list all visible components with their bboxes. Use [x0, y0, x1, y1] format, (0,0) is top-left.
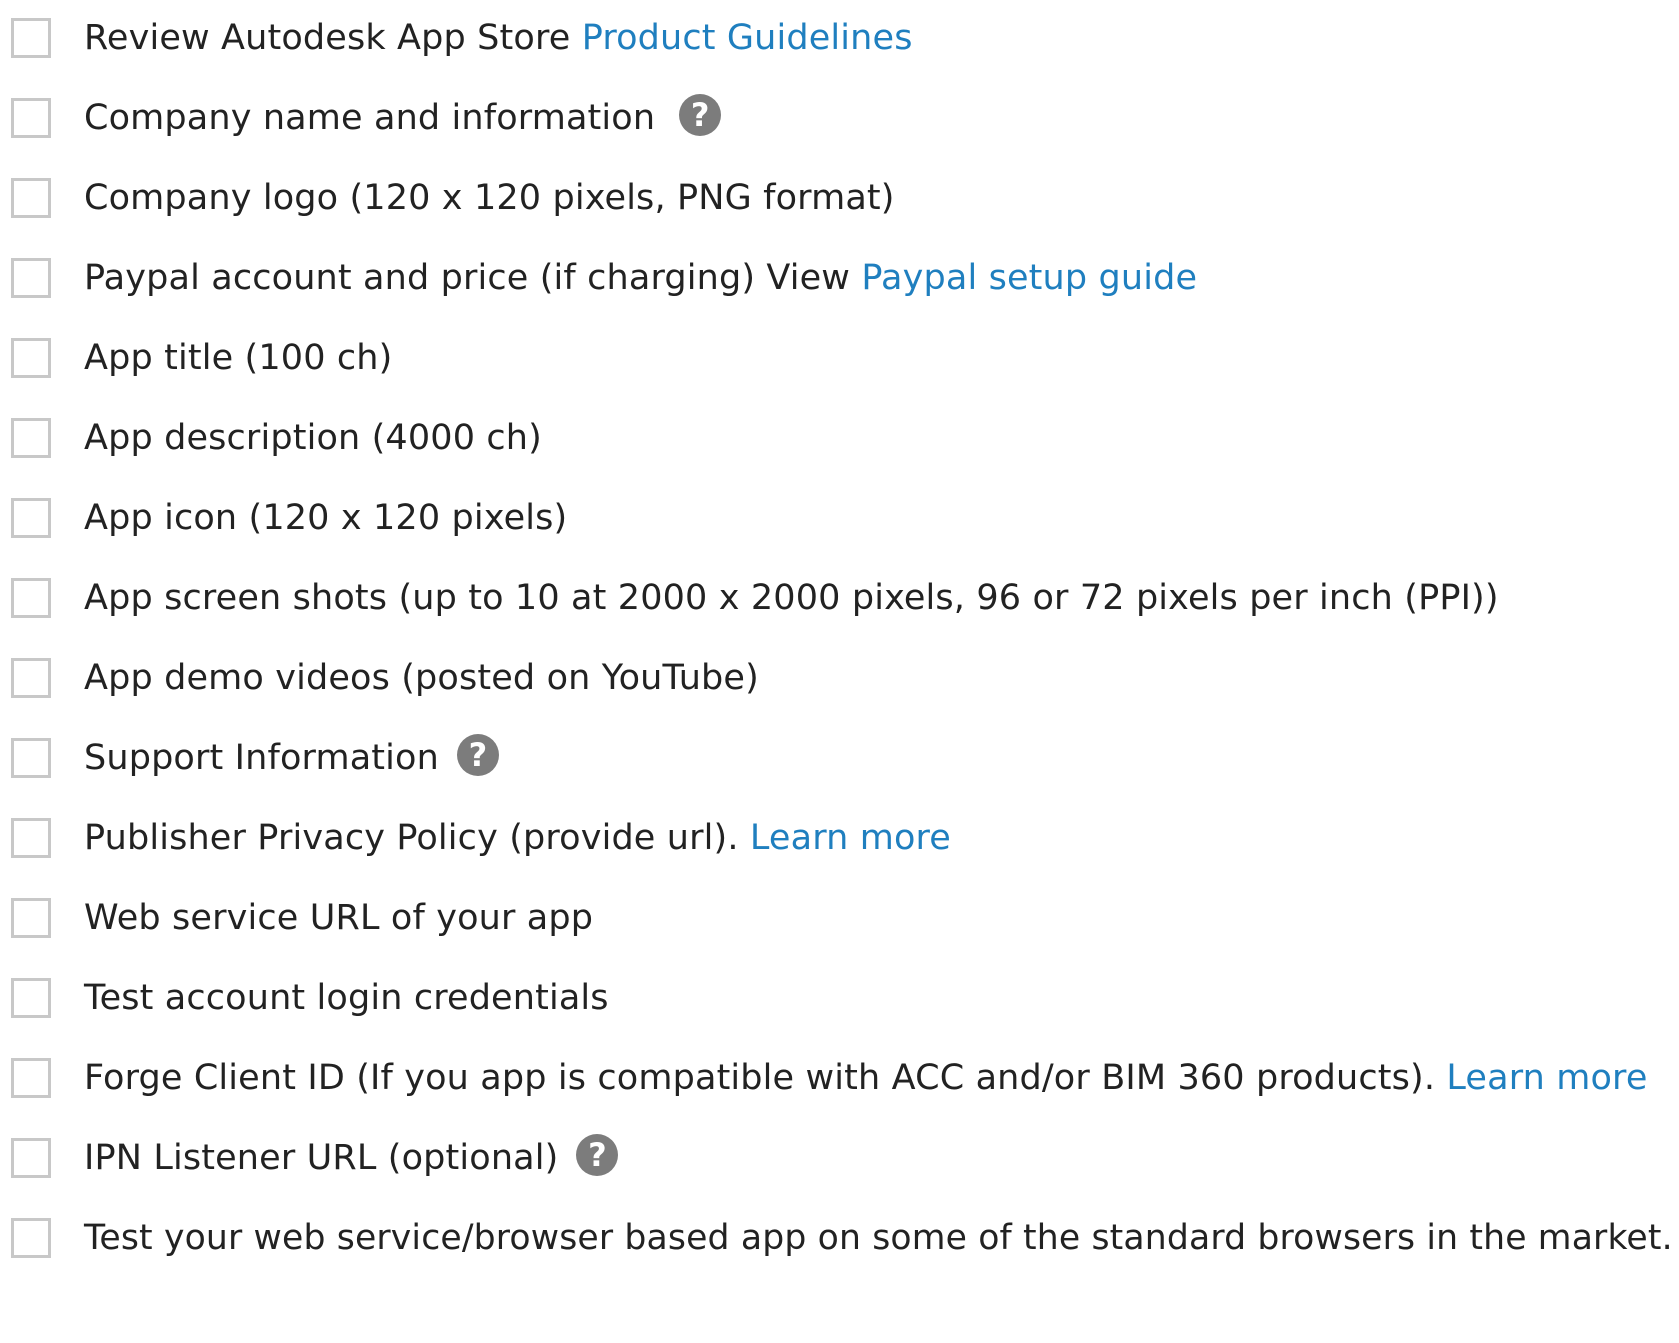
item-text: Publisher Privacy Policy (provide url). [84, 818, 750, 858]
checklist-item-label: Test your web service/browser based app … [84, 1218, 1673, 1258]
item-text: IPN Listener URL (optional) [84, 1138, 559, 1178]
checklist-item-forge-client-id: Forge Client ID (If you app is compatibl… [0, 1040, 1679, 1126]
checklist-item-support-info: Support Information? [0, 720, 1679, 806]
checkbox[interactable] [11, 338, 51, 378]
checklist-item-label: Review Autodesk App Store Product Guidel… [84, 17, 913, 59]
checklist-item-label: Publisher Privacy Policy (provide url). … [84, 817, 951, 859]
checklist-item-demo-videos: App demo videos (posted on YouTube) [0, 640, 1679, 726]
checkbox[interactable] [11, 258, 51, 298]
checklist-item-label: IPN Listener URL (optional)? [84, 1134, 619, 1180]
checklist-item-label: App title (100 ch) [84, 338, 393, 378]
checkbox[interactable] [11, 178, 51, 218]
checklist-item-label: App screen shots (up to 10 at 2000 x 200… [84, 578, 1499, 618]
checklist-item-company-logo: Company logo (120 x 120 pixels, PNG form… [0, 160, 1679, 246]
item-text: Forge Client ID (If you app is compatibl… [84, 1058, 1447, 1098]
question-circle-icon[interactable]: ? [576, 1134, 619, 1176]
checklist-item-label: Web service URL of your app [84, 898, 594, 938]
checklist-item-label: Support Information? [84, 734, 499, 780]
checkbox[interactable] [11, 98, 51, 138]
checklist-item-company-info: Company name and information? [0, 80, 1679, 166]
paypal-setup-guide-link[interactable]: Paypal setup guide [861, 258, 1197, 298]
checklist-item-product-guidelines: Review Autodesk App Store Product Guidel… [0, 0, 1679, 86]
checklist-item-app-title: App title (100 ch) [0, 320, 1679, 406]
checkbox[interactable] [11, 418, 51, 458]
checklist-item-screenshots: App screen shots (up to 10 at 2000 x 200… [0, 560, 1679, 646]
checkbox[interactable] [11, 1138, 51, 1178]
checkbox[interactable] [11, 898, 51, 938]
checklist-item-web-service-url: Web service URL of your app [0, 880, 1679, 966]
checklist-item-ipn-listener: IPN Listener URL (optional)? [0, 1120, 1679, 1206]
checkbox[interactable] [11, 1058, 51, 1098]
checkbox[interactable] [11, 978, 51, 1018]
question-circle-icon[interactable]: ? [679, 94, 722, 136]
checkbox[interactable] [11, 498, 51, 538]
checklist-item-label: App demo videos (posted on YouTube) [84, 658, 759, 698]
checklist-item-privacy-policy: Publisher Privacy Policy (provide url). … [0, 800, 1679, 886]
checklist-item-label: Company name and information? [84, 94, 722, 140]
checklist-item-paypal: Paypal account and price (if charging) V… [0, 240, 1679, 326]
checklist-item-label: App description (4000 ch) [84, 418, 542, 458]
item-text: Paypal account and price (if charging) V… [84, 258, 862, 298]
learn-more-link[interactable]: Learn more [750, 818, 951, 858]
checklist-item-test-account: Test account login credentials [0, 960, 1679, 1046]
checklist-item-app-description: App description (4000 ch) [0, 400, 1679, 486]
checklist-item-label: Paypal account and price (if charging) V… [84, 257, 1197, 299]
learn-more-link[interactable]: Learn more [1446, 1058, 1647, 1098]
question-circle-icon[interactable]: ? [456, 734, 499, 776]
checkbox[interactable] [11, 818, 51, 858]
item-text: Review Autodesk App Store [84, 18, 582, 58]
checklist-item-label: Test account login credentials [84, 978, 609, 1018]
checklist-item-label: Forge Client ID (If you app is compatibl… [84, 1057, 1648, 1099]
checklist-item-label: App icon (120 x 120 pixels) [84, 498, 568, 538]
item-text: Support Information [84, 738, 439, 778]
checkbox[interactable] [11, 658, 51, 698]
checkbox[interactable] [11, 578, 51, 618]
checkbox[interactable] [11, 18, 51, 58]
checklist-item-browser-testing: Test your web service/browser based app … [0, 1200, 1679, 1286]
product-guidelines-link[interactable]: Product Guidelines [582, 18, 913, 58]
checkbox[interactable] [11, 738, 51, 778]
checklist-item-label: Company logo (120 x 120 pixels, PNG form… [84, 178, 895, 218]
checklist-item-app-icon: App icon (120 x 120 pixels) [0, 480, 1679, 566]
checkbox[interactable] [11, 1218, 51, 1258]
item-text: Company name and information [84, 98, 656, 138]
